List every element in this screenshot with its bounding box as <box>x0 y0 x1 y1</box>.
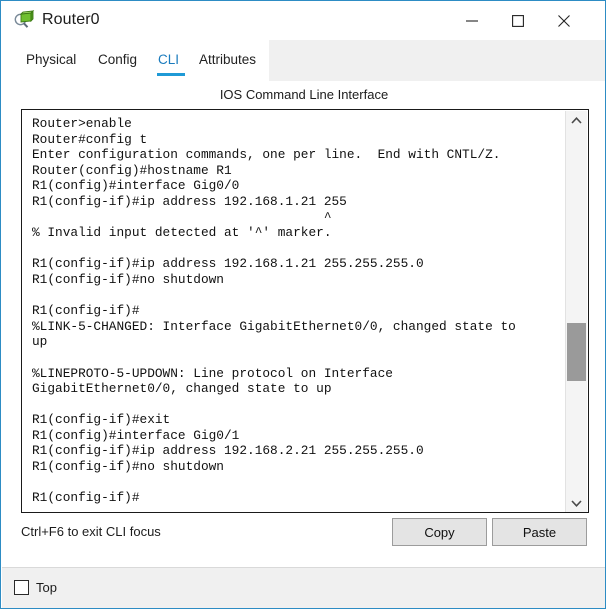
cli-focus-hint: Ctrl+F6 to exit CLI focus <box>21 524 161 539</box>
chevron-up-icon <box>566 117 587 124</box>
terminal-line: R1(config-if)#no shutdown <box>32 271 224 287</box>
tab-bar: Physical Config CLI Attributes <box>2 40 605 81</box>
terminal-line: up <box>32 334 48 350</box>
terminal-line: %LINK-5-CHANGED: Interface GigabitEthern… <box>32 318 516 334</box>
terminal-line: Enter configuration commands, one per li… <box>32 147 501 163</box>
terminal-line: Router#config t <box>32 131 148 147</box>
scrollbar-down-button[interactable] <box>566 494 587 512</box>
tab-cli-active-indicator <box>157 73 185 76</box>
tab-physical[interactable]: Physical <box>26 52 76 76</box>
title-bar: Router0 <box>2 2 605 41</box>
top-checkbox-label: Top <box>36 580 57 595</box>
scrollbar-thumb[interactable] <box>567 323 586 381</box>
minimize-button[interactable] <box>449 3 495 39</box>
terminal-line: R1(config-if)#no shutdown <box>32 459 224 475</box>
terminal-line: R1(config-if)# <box>32 490 140 506</box>
tab-attributes[interactable]: Attributes <box>199 52 256 76</box>
router-device-icon <box>13 9 35 32</box>
scrollbar-up-button[interactable] <box>566 111 587 130</box>
close-button[interactable] <box>541 3 587 39</box>
minimize-icon <box>449 15 495 27</box>
copy-button[interactable]: Copy <box>392 518 487 546</box>
terminal-scrollbar[interactable] <box>565 111 587 512</box>
terminal-line: R1(config-if)#ip address 192.168.1.21 25… <box>32 256 424 272</box>
paste-button[interactable]: Paste <box>492 518 587 546</box>
maximize-button[interactable] <box>495 3 541 39</box>
terminal-line: R1(config-if)#ip address 192.168.2.21 25… <box>32 443 424 459</box>
close-icon <box>541 15 587 27</box>
panel-heading: IOS Command Line Interface <box>219 87 389 102</box>
terminal-line: ^ <box>32 209 332 225</box>
bottom-bar: Top <box>2 567 605 608</box>
terminal-line: R1(config)#interface Gig0/0 <box>32 178 240 194</box>
terminal-line: Router(config)#hostname R1 <box>32 162 232 178</box>
terminal-output[interactable]: Router>enable Router#config t Enter config… <box>22 110 567 512</box>
terminal-line: R1(config-if)#exit <box>32 412 171 428</box>
terminal-line: Router>enable <box>32 116 132 131</box>
terminal-container: Router>enable Router#config t Enter config… <box>21 109 589 513</box>
terminal-line: R1(config-if)# <box>32 303 140 319</box>
cli-panel: IOS Command Line Interface Router>enable… <box>3 81 605 567</box>
chevron-down-icon <box>566 500 587 507</box>
terminal-line: %LINEPROTO-5-UPDOWN: Line protocol on In… <box>32 365 393 381</box>
tab-config[interactable]: Config <box>98 52 137 76</box>
terminal-line: % Invalid input detected at '^' marker. <box>32 225 332 241</box>
maximize-icon <box>495 15 541 27</box>
top-checkbox[interactable] <box>14 580 29 595</box>
terminal-line: R1(config-if)#ip address 192.168.1.21 25… <box>32 193 347 209</box>
terminal-line: R1(config)#interface Gig0/1 <box>32 427 240 443</box>
router-device-window: Router0 Physical Config CLI Attributes I… <box>0 0 606 609</box>
terminal-line: GigabitEthernet0/0, changed state to up <box>32 381 332 397</box>
window-title: Router0 <box>42 11 100 28</box>
